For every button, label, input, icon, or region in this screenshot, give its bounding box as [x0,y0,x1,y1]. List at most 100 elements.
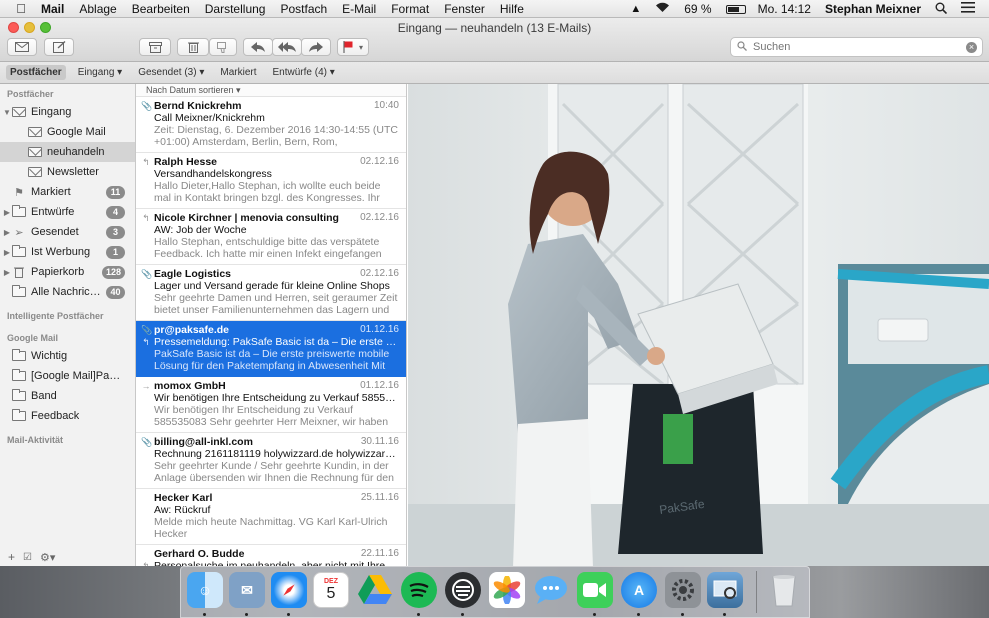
forward-button[interactable] [301,38,331,56]
sidebar-item-feedback[interactable]: Feedback [0,406,135,426]
message-row[interactable]: 📎 Eagle Logistics 02.12.16 Lager und Ver… [136,265,406,321]
finder-icon[interactable]: ☺ [187,572,223,608]
disclosure-open-icon[interactable]: ▼ [3,108,11,117]
system-preferences-icon[interactable] [665,572,701,608]
calendar-icon[interactable]: DEZ 5 [313,572,349,608]
disclosure-closed-icon[interactable]: ▶ [3,248,11,257]
sidebar-item-flagged[interactable]: ⚑ Markiert 11 [0,182,135,202]
menu-format[interactable]: Format [391,2,429,16]
sidebar-section-google[interactable]: Google Mail [0,330,135,346]
get-mail-button[interactable] [7,38,37,56]
junk-button[interactable] [209,38,237,56]
sidebar-item-inbox[interactable]: ▼ Eingang [0,102,135,122]
flag-button[interactable]: ▾ [337,38,369,56]
message-row[interactable]: ↰ Gerhard O. Budde 22.11.16 Personalsuch… [136,545,406,568]
running-indicator [461,613,464,616]
message-preview: Sehr geehrter Kunde / Sehr geehrte Kundi… [154,460,394,484]
message-row[interactable]: ↰ Nicole Kirchner | menovia consulting 0… [136,209,406,265]
google-drive-icon[interactable] [357,572,393,608]
message-preview: Melde mich heute Nachmittag. VG Karl Kar… [154,516,388,540]
sidebar-item-trash[interactable]: ▶ Papierkorb 128 [0,262,135,282]
menu-hilfe[interactable]: Hilfe [500,2,524,16]
sidebar-item-google-mail[interactable]: Google Mail [0,122,135,142]
reply-all-button[interactable] [272,38,302,56]
disclosure-closed-icon[interactable]: ▶ [3,228,11,237]
app-store-icon[interactable]: A [621,572,657,608]
sidebar-section-activity[interactable]: Mail-Aktivität [0,432,135,448]
sidebar-item-label: Markiert [31,186,71,198]
messages-icon[interactable] [533,572,569,608]
menu-email[interactable]: E-Mail [342,2,376,16]
battery-icon[interactable] [725,4,746,14]
spotlight-icon[interactable] [935,2,948,17]
trash-icon [11,266,27,278]
delete-button[interactable] [177,38,209,56]
sidebar-item-neuhandeln[interactable]: neuhandeln [0,142,135,162]
search-field[interactable]: × [730,37,983,57]
sidebar-item-google-trash[interactable]: [Google Mail]Pap… [0,366,135,386]
battery-percent[interactable]: 69 % [684,2,711,16]
menu-darstellung[interactable]: Darstellung [205,2,266,16]
mail-activity-icon[interactable]: ☑ [23,552,32,563]
disclosure-closed-icon[interactable]: ▶ [3,208,11,217]
message-row[interactable]: ↰ Ralph Hesse 02.12.16 Versandhandelskon… [136,153,406,209]
archive-button[interactable] [139,38,171,56]
message-preview: Sehr geehrte Damen und Herren, seit gera… [154,292,398,316]
sidebar-item-junk[interactable]: ▶ Ist Werbung 1 [0,242,135,262]
fav-sent[interactable]: Gesendet (3) ▾ [134,65,208,80]
safari-icon[interactable] [271,572,307,608]
search-input[interactable] [753,41,953,53]
fav-flagged[interactable]: Markiert [216,65,260,80]
sidebar-item-band[interactable]: Band [0,386,135,406]
menu-postfach[interactable]: Postfach [280,2,327,16]
running-indicator [287,613,290,616]
menu-app-name[interactable]: Mail [41,2,64,16]
message-subject: Wir benötigen Ihre Entscheidung zu Verka… [154,392,399,404]
message-sender: momox GmbH [154,380,226,392]
sidebar-item-newsletter[interactable]: Newsletter [0,162,135,182]
spotify-icon[interactable] [401,572,437,608]
message-date: 22.11.16 [360,548,399,559]
fav-drafts[interactable]: Entwürfe (4) ▾ [269,65,339,80]
apple-menu-icon[interactable]:  [14,1,28,16]
drive-status-icon[interactable]: ▲ [630,3,641,15]
photos-icon[interactable] [489,572,525,608]
message-row[interactable]: → momox GmbH 01.12.16 Wir benötigen Ihre… [136,377,406,433]
fav-inbox[interactable]: Eingang ▾ [74,65,127,80]
message-row[interactable]: 📎 Bernd Knickrehm 10:40 Call Meixner/Kni… [136,97,406,153]
archive-icon [148,41,162,53]
app-icon[interactable] [445,572,481,608]
message-row[interactable]: Hecker Karl 25.11.16 Aw: Rückruf Melde m… [136,489,406,545]
add-mailbox-icon[interactable]: + [8,550,15,564]
sidebar-item-all-mail[interactable]: Alle Nachric… 40 [0,282,135,302]
disclosure-closed-icon[interactable]: ▶ [3,268,11,277]
fav-mailboxes[interactable]: Postfächer [6,65,66,80]
thumbs-down-icon [217,41,226,53]
menu-bearbeiten[interactable]: Bearbeiten [132,2,190,16]
mail-stamp-icon[interactable]: ✉ [229,572,265,608]
sidebar-item-wichtig[interactable]: Wichtig [0,346,135,366]
message-date: 10:40 [373,100,399,111]
sidebar-item-drafts[interactable]: ▶ Entwürfe 4 [0,202,135,222]
menu-ablage[interactable]: Ablage [79,2,116,16]
reply-button[interactable] [243,38,273,56]
sort-menu[interactable]: Nach Datum sortieren ▾ [136,84,406,97]
message-row-selected[interactable]: 📎 ↰ pr@paksafe.de 01.12.16 Pressemeldung… [136,321,406,377]
preview-app-icon[interactable] [707,572,743,608]
sidebar-item-label: Band [31,390,57,402]
message-row[interactable]: 📎 billing@all-inkl.com 30.11.16 Rechnung… [136,433,406,489]
menu-user[interactable]: Stephan Meixner [825,2,921,16]
menu-fenster[interactable]: Fenster [444,2,485,16]
compose-button[interactable] [44,38,74,56]
gear-icon[interactable]: ⚙▾ [40,551,55,564]
menu-clock[interactable]: Mo. 14:12 [758,2,811,16]
sidebar-item-sent[interactable]: ▶ ➢ Gesendet 3 [0,222,135,242]
trash-icon[interactable] [766,572,802,608]
notification-center-icon[interactable] [961,2,975,16]
message-preview-pane: PakSafe [408,84,989,568]
clear-search-icon[interactable]: × [966,42,977,53]
facetime-icon[interactable] [577,572,613,608]
chevron-down-icon[interactable]: ▾ [359,43,363,52]
wifi-icon[interactable] [655,2,670,16]
sidebar-section-smart[interactable]: Intelligente Postfächer [0,308,135,324]
